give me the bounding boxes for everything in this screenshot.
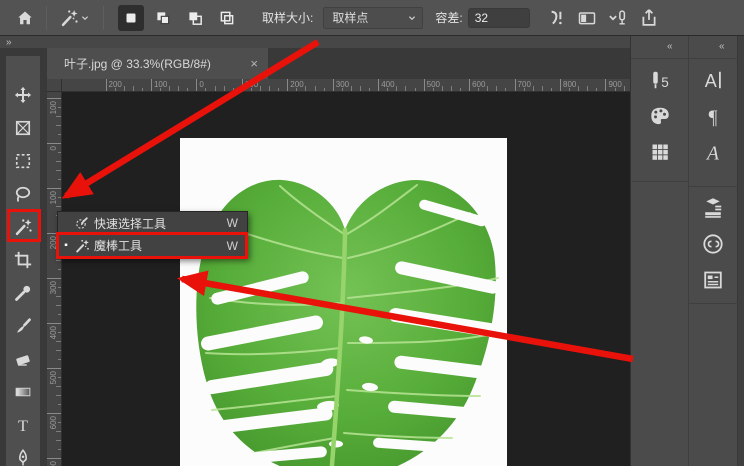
- dock-edge: [737, 36, 744, 466]
- brush-tool[interactable]: [13, 316, 33, 336]
- ruler-label: 100: [49, 101, 58, 115]
- document-tab-title: 叶子.jpg @ 33.3%(RGB/8#): [64, 57, 211, 71]
- ruler-label: 600: [49, 416, 58, 430]
- eraser-tool[interactable]: [13, 349, 33, 369]
- sel-sub-icon: [186, 9, 204, 27]
- sample-size-label: 取样大小:: [262, 11, 314, 25]
- divider: [46, 5, 47, 30]
- marquee-tool[interactable]: [13, 151, 33, 171]
- ruler-label: 0: [49, 146, 58, 151]
- divider: [103, 5, 104, 30]
- sample-size-value: 取样点: [332, 11, 369, 25]
- cc-sync-button[interactable]: [701, 232, 725, 256]
- right-panel-dock: « « 5 A ¶ A: [630, 36, 744, 466]
- swatches-panel-button[interactable]: [648, 140, 672, 164]
- home-button[interactable]: [10, 5, 40, 31]
- monstera-leaf-graphic: [196, 179, 504, 466]
- vertical-ruler[interactable]: 100 0 100 200 300 400 500 600 700: [47, 92, 62, 466]
- character-panel-button[interactable]: A: [701, 68, 725, 92]
- divider: [689, 303, 744, 304]
- chevrons-left-icon[interactable]: «: [719, 41, 724, 52]
- menu-item-magic-wand-tool[interactable]: ▪ 魔棒工具 W: [58, 235, 247, 258]
- workspace-panel-icon[interactable]: [577, 8, 597, 28]
- ruler-corner: [47, 79, 62, 92]
- home-icon: [16, 9, 34, 27]
- properties-panel-button[interactable]: [701, 268, 725, 292]
- menu-item-shortcut: W: [226, 216, 238, 231]
- svg-text:A: A: [705, 144, 719, 165]
- sample-size-dropdown[interactable]: 取样点: [323, 6, 424, 29]
- anti-alias-icon[interactable]: [546, 8, 566, 28]
- leaf-image[interactable]: [180, 138, 507, 466]
- options-right-icons: [546, 8, 659, 28]
- chevron-down-icon: [79, 12, 91, 24]
- divider: [689, 186, 744, 187]
- menu-item-quick-selection-tool[interactable]: 快速选择工具 W: [58, 212, 247, 235]
- svg-text:5: 5: [661, 75, 669, 90]
- tab-bar: 叶子.jpg @ 33.3%(RGB/8#) ×: [0, 48, 630, 79]
- menu-item-shortcut: W: [226, 238, 238, 253]
- lasso-tool[interactable]: [13, 184, 33, 204]
- chevrons-left-icon[interactable]: «: [667, 41, 672, 52]
- tools-panel: T: [6, 56, 40, 466]
- divider: [688, 36, 689, 466]
- selection-mode-group: [118, 4, 240, 31]
- dock-column-2-bottom: [701, 196, 725, 292]
- gradient-tool[interactable]: [13, 382, 33, 402]
- ruler-label: 400: [49, 326, 58, 340]
- photoshop-window: 取样大小: 取样点 容差: » 叶子.jpg @ 33.3%(RGB/8#) ×…: [0, 0, 744, 466]
- type-tool[interactable]: T: [13, 415, 33, 435]
- new-selection-button[interactable]: [118, 4, 144, 31]
- ruler-label: 500: [49, 371, 58, 385]
- crop-tool[interactable]: [13, 250, 33, 270]
- ruler-label: 300: [49, 281, 58, 295]
- menu-item-label: 快速选择工具: [94, 216, 167, 231]
- ruler-label: 700: [49, 461, 58, 466]
- ruler-label: 0: [199, 80, 204, 89]
- current-tool-dot: ▪: [64, 240, 68, 252]
- export-icon[interactable]: [639, 8, 659, 28]
- horizontal-ruler[interactable]: 200 100 0 100 200 300 400 500 600 700 80…: [62, 79, 630, 92]
- pen-tool[interactable]: [13, 448, 33, 466]
- dock-column-1: 5: [648, 68, 672, 164]
- quick-select-icon: [74, 215, 90, 231]
- color-panel-button[interactable]: [648, 104, 672, 128]
- chevrons-right-icon[interactable]: »: [6, 37, 11, 48]
- divider: [632, 181, 688, 182]
- tolerance-input[interactable]: [467, 7, 530, 28]
- voice-options-icon[interactable]: [608, 8, 628, 28]
- subtract-from-selection-button[interactable]: [182, 5, 208, 31]
- chevron-down-icon: [406, 12, 418, 24]
- sel-add-icon: [154, 9, 172, 27]
- ruler-label: 100: [49, 191, 58, 205]
- add-to-selection-button[interactable]: [150, 5, 176, 31]
- eyedropper-tool[interactable]: [13, 283, 33, 303]
- svg-text:¶: ¶: [709, 108, 718, 129]
- move-tool[interactable]: [13, 85, 33, 105]
- divider: [631, 58, 744, 59]
- document-tab[interactable]: 叶子.jpg @ 33.3%(RGB/8#) ×: [47, 48, 268, 79]
- magic-wand-icon: [74, 238, 90, 254]
- frame-tool[interactable]: [13, 118, 33, 138]
- tools-panel-header: »: [0, 36, 630, 48]
- tool-flyout-menu: 快速选择工具 W ▪ 魔棒工具 W: [57, 211, 248, 258]
- paragraph-panel-button[interactable]: ¶: [701, 104, 725, 129]
- svg-text:T: T: [18, 417, 28, 435]
- sel-intersect-icon: [218, 9, 236, 27]
- libraries-panel-button[interactable]: [701, 196, 725, 220]
- tolerance-label: 容差:: [435, 11, 463, 25]
- options-bar: 取样大小: 取样点 容差:: [0, 0, 744, 36]
- brush-settings-panel-button[interactable]: 5: [648, 68, 672, 92]
- glyphs-panel-button[interactable]: A: [701, 140, 725, 165]
- intersect-selection-button[interactable]: [214, 5, 240, 31]
- menu-item-label: 魔棒工具: [94, 239, 143, 254]
- tool-preset-button[interactable]: [53, 5, 97, 31]
- magic-wand-tool[interactable]: [13, 217, 33, 237]
- dock-column-2-top: A ¶ A: [701, 68, 725, 165]
- magic-wand-icon: [59, 8, 79, 28]
- close-icon[interactable]: ×: [244, 56, 258, 71]
- svg-text:A: A: [705, 71, 717, 91]
- sel-new-icon: [122, 9, 140, 27]
